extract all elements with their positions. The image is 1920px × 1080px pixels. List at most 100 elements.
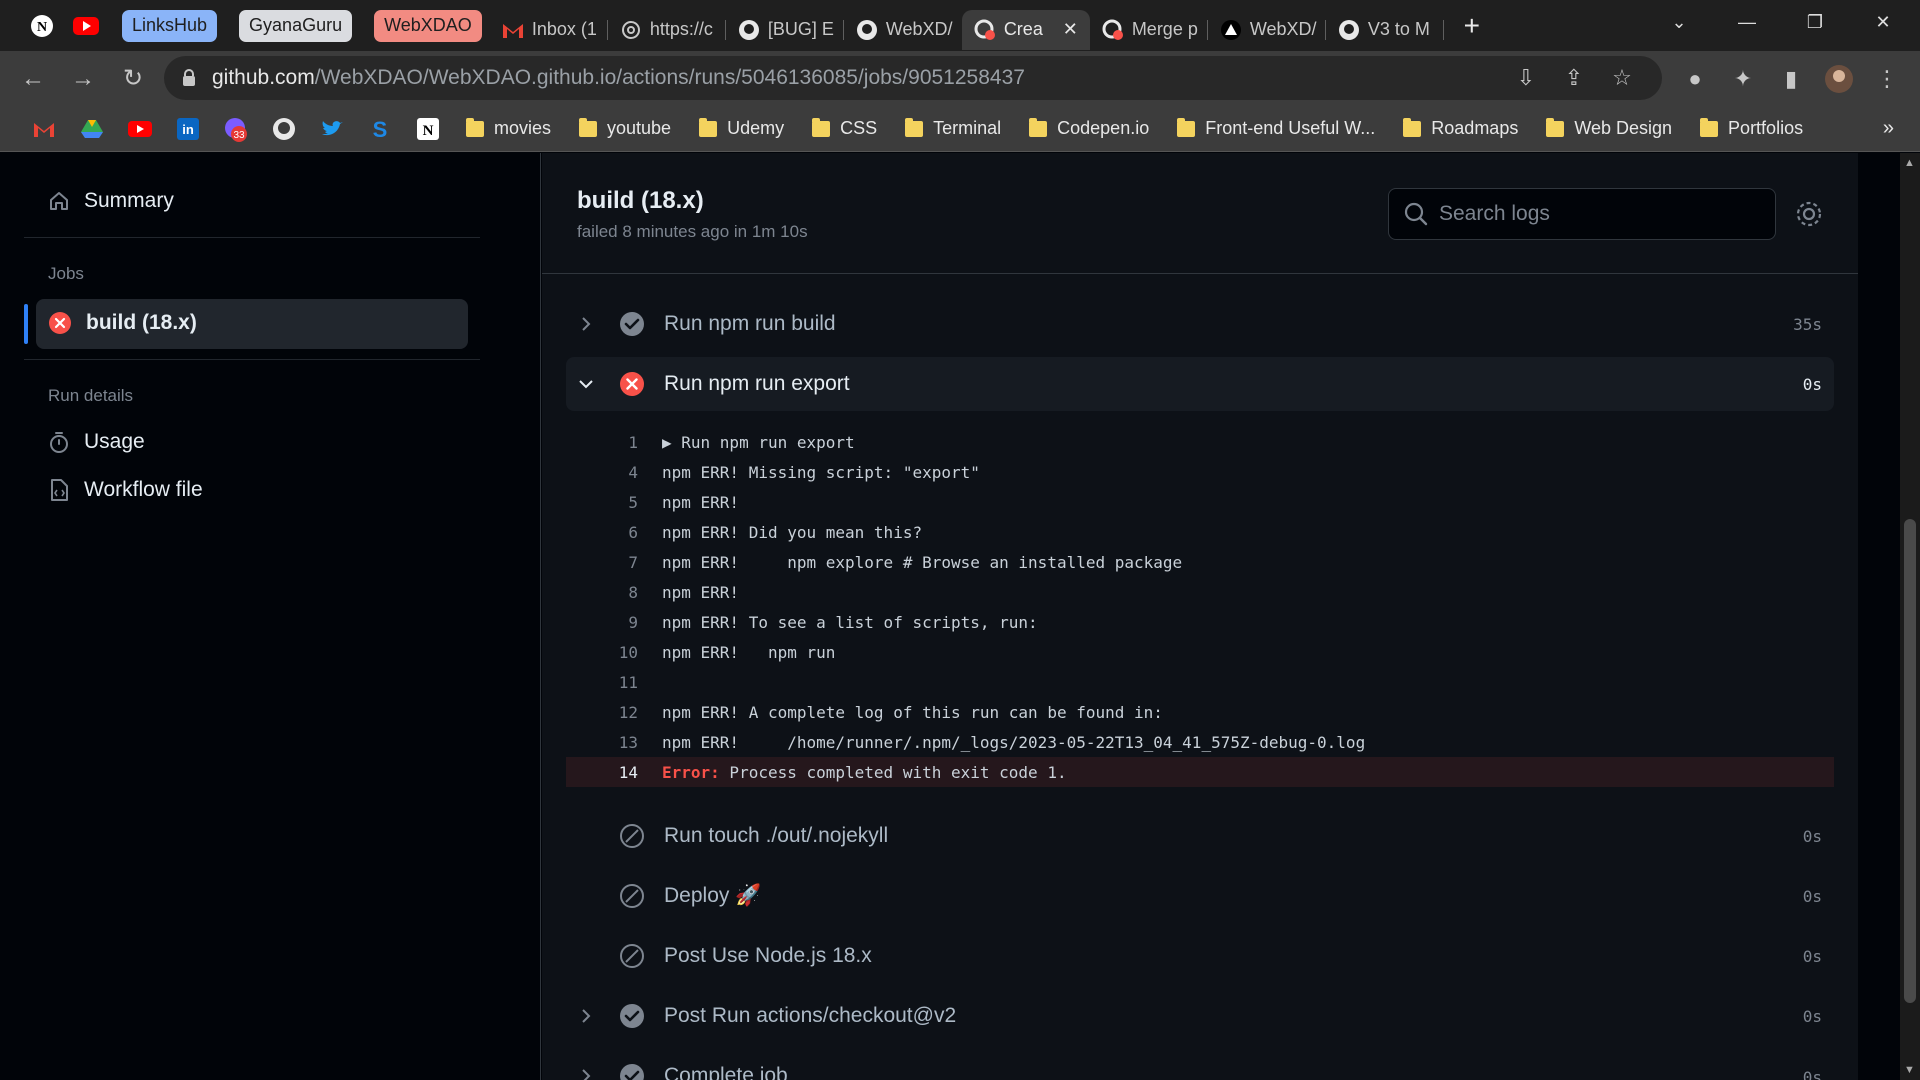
tab-merge[interactable]: Merge p xyxy=(1090,10,1208,50)
new-tab-button[interactable]: + xyxy=(1450,7,1494,45)
bookmark-folder-css[interactable]: CSS xyxy=(798,111,891,147)
bookmark-label: Front-end Useful W... xyxy=(1205,118,1376,138)
bookmark-folder-udemy[interactable]: Udemy xyxy=(685,111,798,147)
log-line[interactable]: 4 npm ERR! Missing script: "export" xyxy=(566,457,1834,487)
log-line[interactable]: 8 npm ERR! xyxy=(566,577,1834,607)
step-run-npm-run-build[interactable]: Run npm run build 35s xyxy=(566,297,1834,351)
sidebar-item-job-build[interactable]: build (18.x) xyxy=(48,311,197,335)
log-line-number: 7 xyxy=(628,552,638,572)
log-error-line[interactable]: 14 Error: Process completed with exit cod… xyxy=(566,757,1834,787)
step-complete-job[interactable]: Complete job 0s xyxy=(566,1049,1834,1080)
tab-inbox[interactable]: Inbox (1 xyxy=(490,10,608,50)
install-app-icon[interactable]: ⇩ xyxy=(1512,64,1540,92)
log-line[interactable]: 7 npm ERR! npm explore # Browse an instal… xyxy=(566,547,1834,577)
bookmark-s-app[interactable]: S xyxy=(356,109,404,149)
step-run-npm-run-export[interactable]: Run npm run export 0s xyxy=(566,357,1834,411)
side-panel-icon[interactable]: ▮ xyxy=(1774,62,1808,96)
log-line[interactable]: 10 npm ERR! npm run xyxy=(566,637,1834,667)
tab-search-button[interactable]: ⌄ xyxy=(1646,0,1712,44)
close-window-button[interactable]: ✕ xyxy=(1850,0,1916,44)
bookmark-twitter[interactable] xyxy=(308,109,356,149)
tab-group-linkshub[interactable]: LinksHub xyxy=(122,9,218,42)
bookmark-drive[interactable] xyxy=(68,109,116,149)
bookmark-folder-movies[interactable]: movies xyxy=(452,111,565,147)
arrow-left-icon: ← xyxy=(21,64,45,92)
log-line[interactable]: 9 npm ERR! To see a list of scripts, run: xyxy=(566,607,1834,637)
log-line-number: 13 xyxy=(618,732,638,752)
bookmark-github[interactable] xyxy=(260,109,308,149)
gear-icon[interactable] xyxy=(1794,199,1824,229)
step-duration: 0s xyxy=(1802,886,1822,906)
step-deploy[interactable]: Deploy 🚀 0s xyxy=(566,869,1834,923)
scroll-down-arrow-icon[interactable]: ▼ xyxy=(1904,1064,1915,1076)
tab-v3[interactable]: V3 to M xyxy=(1326,10,1444,50)
sidebar-item-summary[interactable]: Summary xyxy=(48,189,174,213)
tab-vercel[interactable]: WebXD/ xyxy=(1208,10,1326,50)
bookmark-notifications[interactable]: 33 xyxy=(212,109,260,149)
bookmark-linkedin[interactable]: in xyxy=(164,109,212,149)
tab-group-gyanaguru[interactable]: GyanaGuru xyxy=(239,9,353,42)
forward-button[interactable]: → xyxy=(60,56,106,102)
job-status-text: failed 8 minutes ago in 1m 10s xyxy=(577,222,808,241)
address-bar[interactable]: github.com/WebXDAO/WebXDAO.github.io/act… xyxy=(164,56,1662,100)
minimize-icon: — xyxy=(1738,11,1756,32)
bookmark-folder-codepen[interactable]: Codepen.io xyxy=(1015,111,1163,147)
tab-create-active[interactable]: Crea ✕ xyxy=(961,9,1090,50)
bookmark-folder-webdesign[interactable]: Web Design xyxy=(1532,111,1686,147)
bookmark-notion[interactable]: N xyxy=(404,109,452,149)
search-logs-input[interactable]: Search logs xyxy=(1388,188,1776,240)
step-name: Run npm run export xyxy=(664,372,850,395)
log-line-number: 5 xyxy=(628,492,638,512)
tab-webxdao[interactable]: WebXD/ xyxy=(844,10,962,50)
back-button[interactable]: ← xyxy=(10,56,56,102)
bookmark-youtube[interactable] xyxy=(116,109,164,149)
sidebar-label-summary: Summary xyxy=(84,189,174,212)
bookmarks-overflow-button[interactable]: » xyxy=(1869,111,1908,147)
youtube-tab[interactable] xyxy=(64,7,108,45)
step-duration: 0s xyxy=(1802,1068,1822,1080)
bookmark-folder-frontend[interactable]: Front-end Useful W... xyxy=(1163,111,1389,147)
bookmark-folder-youtube[interactable]: youtube xyxy=(565,111,685,147)
notification-badge-icon: 33 xyxy=(225,117,247,142)
reload-button[interactable]: ↻ xyxy=(110,56,156,102)
log-line[interactable]: 11 xyxy=(566,667,1834,697)
scroll-up-arrow-icon[interactable]: ▲ xyxy=(1904,157,1915,169)
bookmark-folder-terminal[interactable]: Terminal xyxy=(891,111,1015,147)
tab-group-webxdao[interactable]: WebXDAO xyxy=(374,9,482,42)
log-output: 1 ▶ Run npm run export 4 npm ERR! Missing … xyxy=(566,427,1834,787)
sidebar-divider xyxy=(24,237,480,238)
minimize-button[interactable]: — xyxy=(1714,0,1780,44)
log-line[interactable]: 6 npm ERR! Did you mean this? xyxy=(566,517,1834,547)
step-duration: 0s xyxy=(1802,374,1822,394)
page-scrollbar[interactable]: ▲ ▼ xyxy=(1900,153,1920,1080)
log-line[interactable]: 12 npm ERR! A complete log of this run ca… xyxy=(566,697,1834,727)
step-name: Run touch ./out/.nojekyll xyxy=(664,824,889,847)
linkedin-icon: in xyxy=(177,117,199,140)
jobs-heading: Jobs xyxy=(48,264,84,283)
notion-tab[interactable]: N xyxy=(20,7,64,45)
close-icon[interactable]: ✕ xyxy=(1063,19,1078,40)
bookmark-gmail[interactable] xyxy=(20,109,68,149)
tab-chatgpt[interactable]: https://c xyxy=(608,10,726,50)
log-line[interactable]: 1 ▶ Run npm run export xyxy=(566,427,1834,457)
bookmark-folder-roadmaps[interactable]: Roadmaps xyxy=(1389,111,1532,147)
bookmark-folder-portfolios[interactable]: Portfolios xyxy=(1686,111,1817,147)
restore-button[interactable]: ❐ xyxy=(1782,0,1848,44)
sidebar-item-workflow-file[interactable]: Workflow file xyxy=(48,478,203,502)
step-post-run-checkout[interactable]: Post Run actions/checkout@v2 0s xyxy=(566,989,1834,1043)
tab-bug[interactable]: [BUG] E xyxy=(726,10,844,50)
log-line-text: npm ERR! Missing script: "export" xyxy=(662,462,980,482)
more-menu-icon[interactable]: ⋮ xyxy=(1870,62,1904,96)
sidebar-item-usage[interactable]: Usage xyxy=(48,430,145,454)
scrollbar-thumb[interactable] xyxy=(1904,519,1916,1003)
extensions-puzzle-icon[interactable]: ✦ xyxy=(1726,62,1760,96)
share-icon[interactable]: ⇪ xyxy=(1560,64,1588,92)
step-run-touch-nojekyll[interactable]: Run touch ./out/.nojekyll 0s xyxy=(566,809,1834,863)
log-line[interactable]: 13 npm ERR! /home/runner/.npm/_logs/2023-… xyxy=(566,727,1834,757)
step-post-use-node[interactable]: Post Use Node.js 18.x 0s xyxy=(566,929,1834,983)
bookmark-label: Web Design xyxy=(1574,118,1673,138)
profile-avatar[interactable] xyxy=(1822,62,1856,96)
extension-icon[interactable]: ● xyxy=(1678,62,1712,96)
bookmark-star-icon[interactable]: ☆ xyxy=(1608,64,1636,92)
log-line[interactable]: 5 npm ERR! xyxy=(566,487,1834,517)
